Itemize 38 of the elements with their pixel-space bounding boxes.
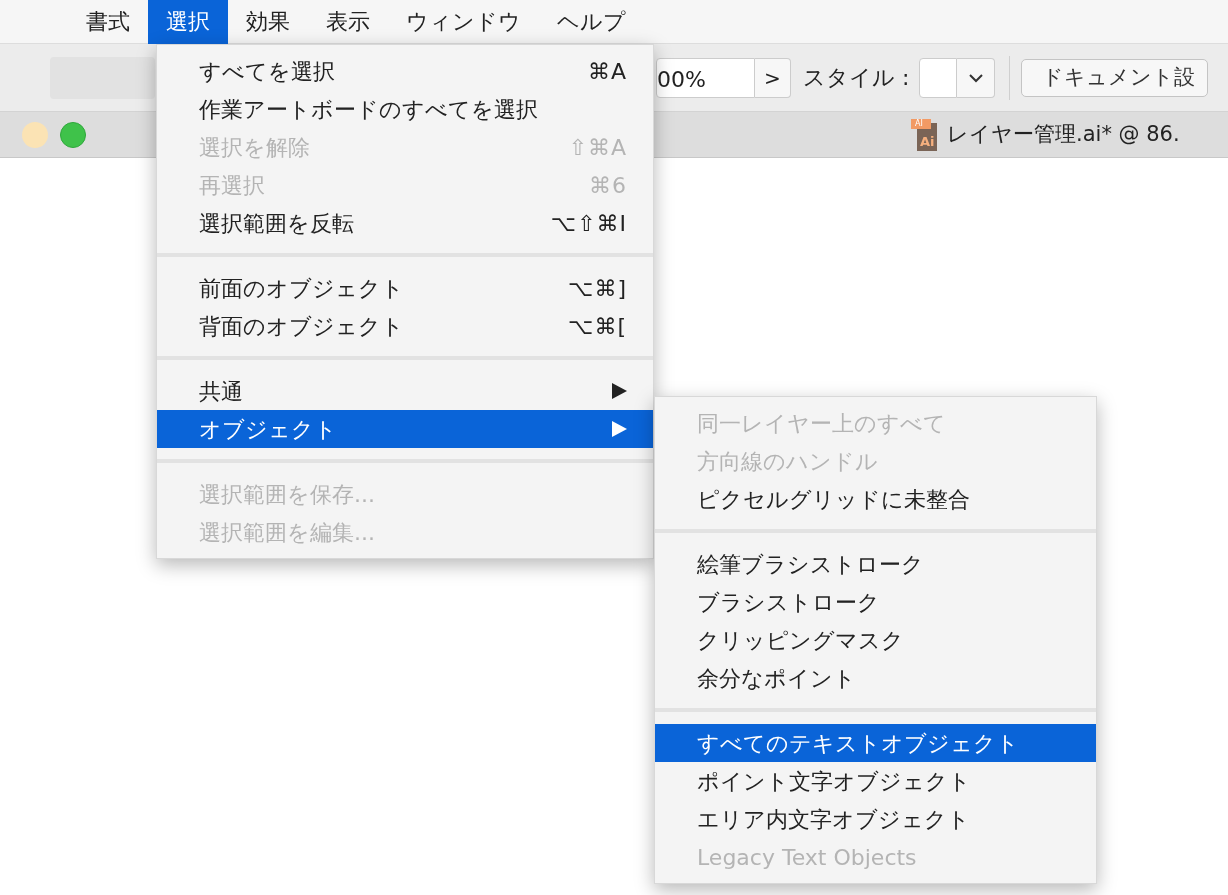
menu-item[interactable]: エリア内文字オブジェクト (655, 800, 1096, 838)
menu-item[interactable]: クリッピングマスク (655, 621, 1096, 659)
menu-bar-item[interactable]: 選択 (148, 0, 228, 44)
menu-item[interactable]: 選択範囲を反転 ⌥⇧⌘I (157, 204, 653, 242)
toolbar-field[interactable] (50, 56, 155, 99)
menu-item[interactable]: ブラシストローク (655, 583, 1096, 621)
document-title[interactable]: レイヤー管理.ai* @ 86. (947, 118, 1180, 151)
zoom-button[interactable] (60, 121, 86, 148)
shortcut-label: ⇧⌘A (568, 133, 627, 162)
menu-bar-item[interactable]: 書式 (68, 0, 148, 44)
menu-item[interactable]: オブジェクト (157, 410, 653, 448)
style-dropdown-button[interactable] (957, 57, 996, 98)
menu-item[interactable]: 背面のオブジェクト ⌥⌘[ (157, 307, 653, 345)
menu-item[interactable]: 前面のオブジェクト ⌥⌘] (157, 269, 653, 307)
menu-item[interactable]: すべてを選択 ⌘A (157, 52, 653, 90)
menu-item[interactable]: ポイント文字オブジェクト (655, 762, 1096, 800)
menu-item[interactable]: 絵筆ブラシストローク (655, 545, 1096, 583)
chevron-down-icon (967, 72, 984, 83)
submenu-arrow-icon (612, 421, 627, 437)
next-button[interactable]: > (755, 57, 791, 98)
menu-bar-item[interactable]: 効果 (228, 0, 308, 44)
menu-bar-item[interactable]: 表示 (308, 0, 388, 44)
minimize-button[interactable] (22, 121, 48, 148)
shortcut-label: ⌥⇧⌘I (550, 209, 627, 238)
document-settings-button[interactable]: ドキュメント設 (1021, 58, 1209, 97)
shortcut-label: ⌥⌘[ (568, 312, 627, 341)
shortcut-label: ⌘A (587, 57, 627, 86)
zoom-field[interactable]: 00% (656, 57, 755, 98)
shortcut-label: ⌥⌘] (568, 274, 627, 303)
shortcut-label: ⌘6 (589, 171, 627, 200)
menu-item[interactable]: 作業アートボードのすべてを選択 (157, 90, 653, 128)
menu-bar-item[interactable]: ウィンドウ (388, 0, 539, 44)
style-swatch[interactable] (919, 57, 958, 98)
menu-item[interactable]: 余分なポイント (655, 659, 1096, 697)
menu-item[interactable]: すべてのテキストオブジェクト (655, 724, 1096, 762)
menu-item[interactable]: ピクセルグリッドに未整合 (655, 480, 1096, 518)
style-label: スタイル : (803, 64, 910, 92)
menu-bar-item[interactable]: ヘルプ (539, 0, 644, 44)
